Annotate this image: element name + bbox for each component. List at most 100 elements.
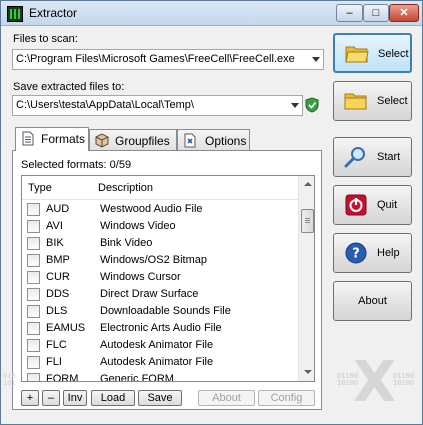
files-to-scan-label: Files to scan: (13, 33, 78, 45)
format-config-button[interactable]: Config (258, 390, 315, 406)
list-item[interactable]: BMP Windows/OS2 Bitmap (22, 252, 298, 269)
close-icon: ✕ (399, 7, 409, 19)
tab-formats[interactable]: Formats (15, 127, 89, 151)
tab-groupfiles[interactable]: Groupfiles (89, 129, 177, 150)
folder-icon (344, 93, 367, 110)
list-item[interactable]: FLC Autodesk Animator File (22, 337, 298, 354)
format-about-button[interactable]: About (198, 390, 255, 406)
format-checkbox[interactable] (27, 271, 40, 284)
column-header-type[interactable]: Type (28, 182, 52, 194)
format-description: Westwood Audio File (100, 203, 203, 215)
formats-list[interactable]: Type Description AUD Westwood Audio File A… (21, 175, 315, 382)
save-to-value: C:\Users\testa\AppData\Local\Temp\ (16, 99, 194, 111)
column-header-description[interactable]: Description (98, 182, 153, 194)
watermark-x-logo: X (353, 350, 397, 415)
format-checkbox[interactable] (27, 237, 40, 250)
app-icon (7, 6, 23, 22)
save-to-label: Save extracted files to: (13, 81, 125, 93)
list-item[interactable]: FLI Autodesk Animator File (22, 354, 298, 371)
list-item[interactable]: AVI Windows Video (22, 218, 298, 235)
help-button[interactable]: ? Help (333, 233, 412, 273)
format-checkbox[interactable] (27, 373, 40, 381)
close-button[interactable]: ✕ (389, 4, 419, 22)
magnifier-icon (344, 147, 365, 168)
format-description: Bink Video (100, 237, 153, 249)
about-label: About (358, 295, 387, 307)
select-scan-file-button[interactable]: Select (333, 33, 412, 73)
extractor-window: Extractor – □ ✕ Files to scan: C:\Progra… (0, 0, 423, 425)
quit-button[interactable]: Quit (333, 185, 412, 225)
select-scan-file-label: Select (378, 48, 409, 60)
list-item[interactable]: CUR Windows Cursor (22, 269, 298, 286)
tab-options[interactable]: Options (177, 129, 250, 150)
select-output-folder-button[interactable]: Select (333, 81, 412, 121)
format-description: Generic FORM (100, 373, 174, 382)
format-type: FORM (46, 373, 79, 382)
format-type: DDS (46, 288, 70, 300)
shield-icon[interactable] (305, 97, 319, 113)
select-output-folder-label: Select (377, 95, 408, 107)
package-icon (95, 133, 109, 148)
format-checkbox[interactable] (27, 339, 40, 352)
format-checkbox[interactable] (27, 203, 40, 216)
save-to-combobox[interactable]: C:\Users\testa\AppData\Local\Temp\ (12, 95, 303, 116)
start-button[interactable]: Start (333, 137, 412, 177)
binary-watermark-text: 01100 10100 (393, 372, 415, 387)
svg-text:?: ? (352, 247, 360, 262)
selected-formats-count: Selected formats: 0/59 (21, 159, 132, 171)
format-description: Direct Draw Surface (100, 288, 199, 300)
format-type: EAMUS (46, 322, 86, 334)
remove-button[interactable]: – (42, 390, 60, 406)
document-icon (22, 131, 34, 146)
save-button[interactable]: Save (138, 390, 182, 406)
load-button[interactable]: Load (91, 390, 135, 406)
tab-groupfiles-label: Groupfiles (115, 134, 170, 148)
folder-open-icon (345, 46, 369, 63)
scrollbar-thumb[interactable] (301, 209, 314, 233)
list-item[interactable]: FORM Generic FORM (22, 371, 298, 382)
minimize-button[interactable]: – (336, 4, 363, 22)
tab-options-label: Options (205, 134, 247, 148)
files-to-scan-combobox[interactable]: C:\Program Files\Microsoft Games\FreeCel… (12, 49, 324, 70)
list-item[interactable]: DDS Direct Draw Surface (22, 286, 298, 303)
invert-selection-button[interactable]: Inv (63, 390, 87, 406)
format-type: BMP (46, 254, 70, 266)
power-icon (345, 194, 367, 216)
maximize-button[interactable]: □ (363, 4, 389, 22)
scroll-up-icon[interactable] (299, 176, 314, 193)
scroll-down-icon[interactable] (299, 364, 314, 381)
chevron-down-icon[interactable] (291, 103, 299, 108)
chevron-down-icon[interactable] (312, 57, 320, 62)
format-checkbox[interactable] (27, 220, 40, 233)
minimize-icon: – (346, 7, 353, 19)
format-checkbox[interactable] (27, 305, 40, 318)
format-type: AVI (46, 220, 63, 232)
format-checkbox[interactable] (27, 322, 40, 335)
add-button[interactable]: + (21, 390, 39, 406)
list-item[interactable]: DLS Downloadable Sounds File (22, 303, 298, 320)
format-description: Windows Cursor (100, 271, 181, 283)
start-label: Start (377, 151, 401, 163)
format-checkbox[interactable] (27, 254, 40, 267)
format-checkbox[interactable] (27, 356, 40, 369)
title-bar[interactable]: Extractor – □ ✕ (1, 1, 422, 26)
window-title: Extractor (29, 6, 78, 20)
format-type: BIK (46, 237, 64, 249)
formats-list-scrollbar[interactable] (298, 176, 314, 381)
format-type: FLI (46, 356, 62, 368)
format-description: Electronic Arts Audio File (100, 322, 222, 334)
format-type: CUR (46, 271, 70, 283)
format-description: Autodesk Animator File (100, 356, 214, 368)
format-description: Autodesk Animator File (100, 339, 214, 351)
list-item[interactable]: AUD Westwood Audio File (22, 201, 298, 218)
list-item[interactable]: EAMUS Electronic Arts Audio File (22, 320, 298, 337)
list-item[interactable]: BIK Bink Video (22, 235, 298, 252)
format-description: Downloadable Sounds File (100, 305, 231, 317)
format-checkbox[interactable] (27, 288, 40, 301)
extractor-watermark: 01100 10100 X 01100 10100 (337, 353, 421, 421)
files-to-scan-value: C:\Program Files\Microsoft Games\FreeCel… (16, 53, 295, 65)
formats-list-header: Type Description (22, 176, 298, 200)
format-type: DLS (46, 305, 68, 317)
format-description: Windows/OS2 Bitmap (100, 254, 207, 266)
about-button[interactable]: About (333, 281, 412, 321)
